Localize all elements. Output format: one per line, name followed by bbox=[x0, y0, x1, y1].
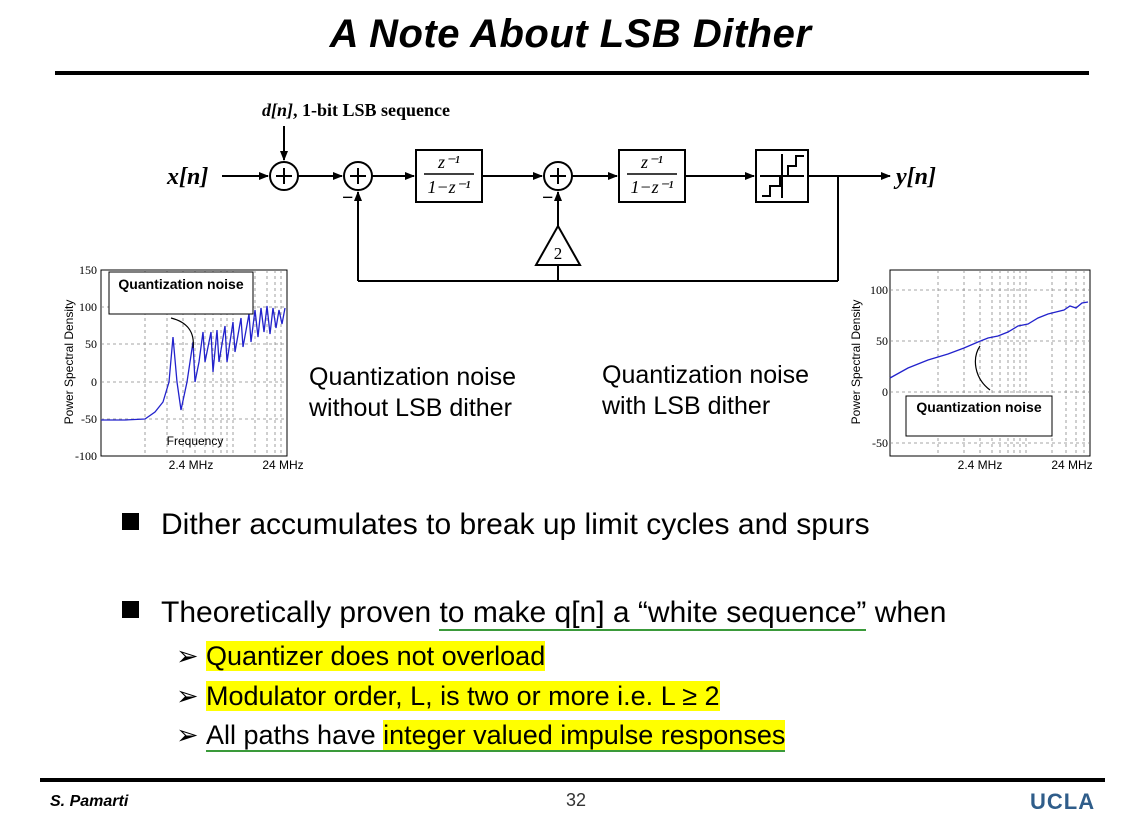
svg-text:Power Spectral Density: Power Spectral Density bbox=[849, 300, 863, 425]
svg-text:0: 0 bbox=[882, 385, 888, 399]
svg-text:z⁻¹: z⁻¹ bbox=[640, 152, 663, 172]
footer-author: S. Pamarti bbox=[50, 793, 129, 810]
svg-text:0: 0 bbox=[91, 375, 97, 389]
svg-text:24 MHz: 24 MHz bbox=[1051, 458, 1092, 472]
white-sequence-phrase: to make q[n] a “white sequence” bbox=[439, 596, 867, 631]
svg-text:Quantization noise: Quantization noise bbox=[118, 276, 243, 292]
bullet-theoretically-proven: Theoretically proven to make q[n] a “whi… bbox=[122, 596, 946, 631]
svg-text:Power Spectral Density: Power Spectral Density bbox=[62, 300, 76, 425]
svg-text:2: 2 bbox=[554, 244, 563, 263]
caption-without-dither: Quantization noise without LSB dither bbox=[309, 363, 517, 422]
bullet-dither-accumulates: Dither accumulates to break up limit cyc… bbox=[122, 508, 870, 542]
svg-text:1−z⁻¹: 1−z⁻¹ bbox=[427, 177, 470, 197]
svg-text:24 MHz: 24 MHz bbox=[262, 458, 303, 472]
subbullet-modulator-order: ➢ Modulator order, L, is two or more i.e.… bbox=[176, 681, 720, 711]
svg-text:−: − bbox=[342, 187, 353, 209]
bullet-square-icon bbox=[122, 601, 139, 618]
page-number: 32 bbox=[566, 790, 587, 810]
arrow-bullet-icon: ➢ bbox=[176, 681, 199, 711]
svg-text:50: 50 bbox=[876, 334, 888, 348]
caption-with-dither: Quantization noise with LSB dither bbox=[602, 361, 810, 420]
psd-trace-left bbox=[101, 305, 286, 421]
svg-text:x[n]: x[n] bbox=[166, 164, 208, 190]
svg-text:100: 100 bbox=[870, 283, 888, 297]
svg-text:−: − bbox=[542, 187, 553, 209]
svg-text:1−z⁻¹: 1−z⁻¹ bbox=[630, 177, 673, 197]
svg-text:z⁻¹: z⁻¹ bbox=[437, 152, 460, 172]
svg-text:100: 100 bbox=[79, 300, 97, 314]
svg-text:-50: -50 bbox=[872, 436, 888, 450]
svg-text:150: 150 bbox=[79, 263, 97, 277]
svg-text:Frequency: Frequency bbox=[167, 434, 224, 448]
subbullet-quantizer: ➢ Quantizer does not overload bbox=[176, 641, 546, 671]
arrow-bullet-icon: ➢ bbox=[176, 641, 199, 671]
svg-text:-100: -100 bbox=[75, 449, 97, 463]
psd-trace-right bbox=[889, 301, 1089, 379]
svg-text:d[n], 1-bit LSB sequence: d[n], 1-bit LSB sequence bbox=[262, 100, 450, 120]
psd-chart-right: Quantization noise 100 50 0 -50 2.4 MHz … bbox=[849, 269, 1093, 472]
svg-text:2.4 MHz: 2.4 MHz bbox=[958, 458, 1003, 472]
svg-text:Quantization noise: Quantization noise bbox=[916, 399, 1041, 415]
svg-text:y[n]: y[n] bbox=[893, 164, 936, 190]
footer-rule bbox=[40, 778, 1105, 782]
arrow-bullet-icon: ➢ bbox=[176, 720, 199, 750]
svg-text:2.4 MHz: 2.4 MHz bbox=[169, 458, 214, 472]
psd-chart-left: Quantization noise 150 100 50 0 -50 -100… bbox=[62, 263, 304, 472]
subbullet-integer-paths: ➢ All paths have integer valued impulse r… bbox=[176, 720, 786, 752]
svg-text:50: 50 bbox=[85, 337, 97, 351]
block-diagram: d[n], 1-bit LSB sequence x[n] y[n] z⁻¹ 1… bbox=[166, 100, 936, 282]
ucla-logo: UCLA bbox=[1030, 789, 1096, 814]
bullet-square-icon bbox=[122, 513, 139, 530]
svg-text:-50: -50 bbox=[81, 412, 97, 426]
